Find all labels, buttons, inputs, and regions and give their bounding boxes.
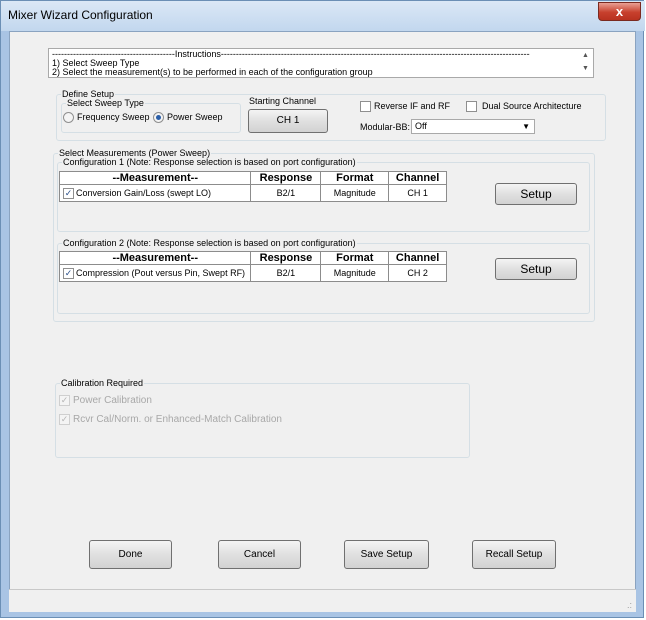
channel-cell[interactable]: CH 2 bbox=[388, 264, 447, 282]
column-header-response: Response bbox=[250, 171, 322, 185]
modular-bb-label: Modular-BB: bbox=[360, 122, 411, 132]
cancel-button[interactable]: Cancel bbox=[218, 540, 301, 569]
table-row[interactable]: ✓ Compression (Pout versus Pin, Swept RF)… bbox=[58, 264, 447, 282]
reverse-if-rf-checkbox[interactable] bbox=[360, 101, 371, 112]
rcvr-calibration-label: Rcvr Cal/Norm. or Enhanced-Match Calibra… bbox=[73, 414, 282, 425]
starting-channel-label: Starting Channel bbox=[249, 96, 317, 106]
column-header-measurement: --Measurement-- bbox=[58, 171, 252, 185]
response-cell[interactable]: B2/1 bbox=[250, 184, 322, 202]
power-calibration-label: Power Calibration bbox=[73, 395, 152, 406]
close-icon: x bbox=[615, 4, 624, 19]
resize-grip-icon[interactable]: .: bbox=[627, 600, 632, 610]
compression-checkbox[interactable]: ✓ bbox=[63, 268, 74, 279]
power-sweep-radio[interactable] bbox=[153, 112, 164, 123]
power-calibration-checkbox: ✓ bbox=[59, 395, 70, 406]
column-header-response: Response bbox=[250, 251, 322, 265]
frequency-sweep-radio[interactable] bbox=[63, 112, 74, 123]
column-header-format: Format bbox=[320, 171, 390, 185]
window-title: Mixer Wizard Configuration bbox=[8, 8, 153, 22]
rcvr-calibration-checkbox: ✓ bbox=[59, 414, 70, 425]
recall-setup-button[interactable]: Recall Setup bbox=[472, 540, 556, 569]
config-2-setup-button[interactable]: Setup bbox=[495, 258, 577, 280]
window-frame: Mixer Wizard Configuration x -----------… bbox=[0, 0, 645, 618]
frequency-sweep-label: Frequency Sweep bbox=[77, 112, 150, 122]
format-cell[interactable]: Magnitude bbox=[320, 184, 390, 202]
column-header-format: Format bbox=[320, 251, 390, 265]
power-sweep-label: Power Sweep bbox=[167, 112, 223, 122]
table-row[interactable]: ✓ Conversion Gain/Loss (swept LO) B2/1 Ma… bbox=[58, 184, 447, 202]
instruction-line-2: 2) Select the measurement(s) to be perfo… bbox=[52, 67, 373, 77]
response-cell[interactable]: B2/1 bbox=[250, 264, 322, 282]
configuration-1-legend: Configuration 1 (Note: Response selectio… bbox=[63, 157, 356, 167]
save-setup-button[interactable]: Save Setup bbox=[344, 540, 429, 569]
configuration-2-legend: Configuration 2 (Note: Response selectio… bbox=[63, 238, 356, 248]
instructions-scrollbar[interactable]: ▲ ▼ bbox=[578, 49, 593, 77]
column-header-channel: Channel bbox=[388, 171, 447, 185]
reverse-if-rf-label: Reverse IF and RF bbox=[374, 101, 451, 111]
column-header-measurement: --Measurement-- bbox=[58, 251, 252, 265]
dual-source-label: Dual Source Architecture bbox=[482, 101, 582, 111]
measurement-name: Compression (Pout versus Pin, Swept RF) bbox=[76, 268, 246, 278]
column-header-channel: Channel bbox=[388, 251, 447, 265]
modular-bb-select[interactable]: Off ▼ bbox=[411, 119, 535, 134]
conversion-gain-checkbox[interactable]: ✓ bbox=[63, 188, 74, 199]
calibration-required-legend: Calibration Required bbox=[61, 378, 144, 388]
config-1-setup-button[interactable]: Setup bbox=[495, 183, 577, 205]
dual-source-checkbox[interactable] bbox=[466, 101, 477, 112]
starting-channel-button[interactable]: CH 1 bbox=[248, 109, 328, 133]
done-button[interactable]: Done bbox=[89, 540, 172, 569]
measurement-name: Conversion Gain/Loss (swept LO) bbox=[76, 188, 212, 198]
configuration-2-table: --Measurement-- Response Format Channel … bbox=[58, 251, 447, 282]
chevron-down-icon: ▼ bbox=[522, 122, 530, 131]
channel-cell[interactable]: CH 1 bbox=[388, 184, 447, 202]
modular-bb-value: Off bbox=[415, 121, 427, 131]
configuration-1-table: --Measurement-- Response Format Channel … bbox=[58, 171, 447, 202]
title-bar[interactable]: Mixer Wizard Configuration x bbox=[1, 1, 645, 31]
format-cell[interactable]: Magnitude bbox=[320, 264, 390, 282]
instructions-box: ----------------------------------------… bbox=[48, 48, 594, 78]
status-bar: .: bbox=[9, 589, 636, 612]
close-button[interactable]: x bbox=[598, 2, 641, 21]
sweep-type-legend: Select Sweep Type bbox=[67, 98, 144, 108]
